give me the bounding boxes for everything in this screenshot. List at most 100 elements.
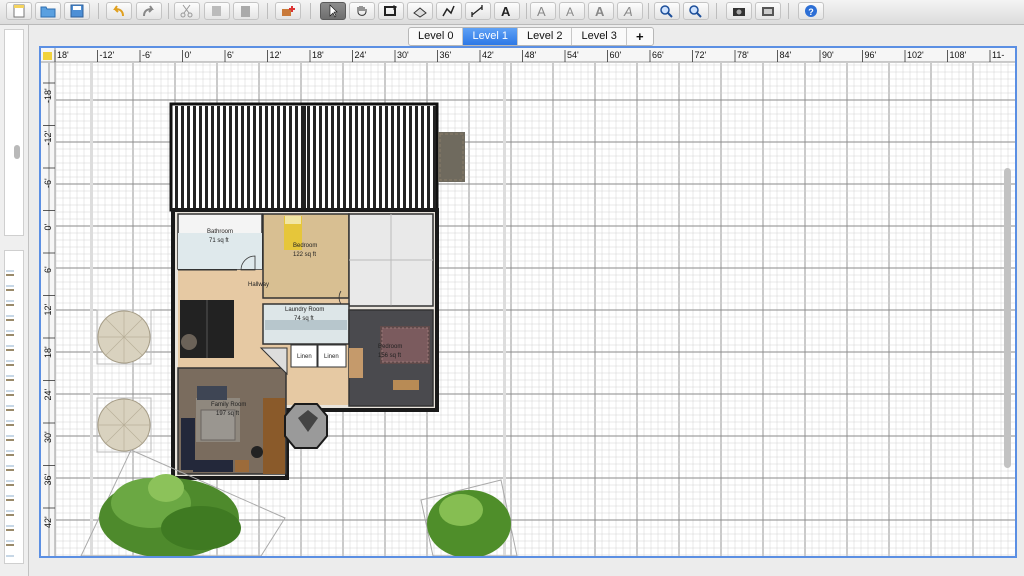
zoom-in-button[interactable]: [654, 2, 680, 20]
room-label-linen-1: Linen: [297, 354, 312, 360]
level-tabs: Level 0 Level 1 Level 2 Level 3 +: [408, 27, 654, 46]
paste-icon: [241, 6, 250, 17]
ruler-y-label: 36': [43, 473, 53, 485]
help-button[interactable]: ?: [798, 2, 824, 20]
zoom-out-icon: [689, 5, 702, 18]
level-bound-left: [90, 63, 93, 556]
new-home-button[interactable]: [6, 2, 32, 20]
pan-mode-button[interactable]: [349, 2, 375, 20]
svg-text:156 sq ft: 156 sq ft: [378, 353, 401, 359]
ruler-x-label: 48': [525, 50, 537, 60]
zoom-out-button[interactable]: [683, 2, 709, 20]
ruler-x-label: 96': [865, 50, 877, 60]
save-button[interactable]: [64, 2, 90, 20]
ruler-x-label: 42': [482, 50, 494, 60]
furniture-list-icons: [6, 261, 14, 557]
add-level-button[interactable]: +: [627, 28, 653, 45]
ruler-x-label: 18': [312, 50, 324, 60]
add-furniture-button[interactable]: [275, 2, 301, 20]
ruler-x-label: 102': [907, 50, 924, 60]
bold-icon: A: [595, 4, 605, 18]
italic-icon: A: [623, 4, 633, 18]
room-label-linen-2: Linen: [324, 354, 339, 360]
ruler-x-label: 108': [950, 50, 967, 60]
ruler-x-label: 54': [567, 50, 579, 60]
plan-vertical-scrollbar[interactable]: [1004, 168, 1011, 468]
ruler-y-label: 6': [43, 266, 53, 273]
svg-text:Laundry Room: Laundry Room: [285, 307, 324, 313]
ruler-y-label: 24': [43, 388, 53, 400]
corner-indicator-icon: [43, 52, 52, 60]
ruler-y-label: -12': [43, 130, 53, 145]
create-polylines-button[interactable]: [436, 2, 462, 20]
video-icon: [762, 7, 774, 16]
cut-button[interactable]: [174, 2, 200, 20]
add-furniture-icon: [282, 6, 295, 16]
tab-level-3[interactable]: Level 3: [572, 28, 627, 45]
ruler-x-label: 12': [270, 50, 282, 60]
ruler-x-label: 90': [822, 50, 834, 60]
ruler-x-label: 24': [355, 50, 367, 60]
dimension-icon: [471, 5, 483, 17]
ruler-x-label: -12': [100, 50, 115, 60]
text-style-2-button[interactable]: A: [559, 2, 585, 20]
ruler-y-label: 12': [43, 303, 53, 315]
create-video-button[interactable]: [755, 2, 781, 20]
ruler-x-label: 30': [397, 50, 409, 60]
furniture-catalog-panel[interactable]: [0, 25, 29, 576]
ruler-y-label: 0': [43, 223, 53, 230]
ruler-y-label: 18': [43, 346, 53, 358]
redo-icon: [143, 5, 154, 17]
text-style-icon: A: [566, 5, 574, 18]
hand-icon: [357, 6, 367, 16]
level-bound-right: [503, 63, 506, 556]
text-style-icon: A: [537, 4, 546, 18]
undo-icon: [113, 5, 124, 17]
ruler-x-label: 18': [57, 50, 69, 60]
ruler-x-label: 36': [440, 50, 452, 60]
ruler-y-label: 30': [43, 431, 53, 443]
camera-icon: [733, 8, 745, 16]
scissors-icon: [180, 4, 193, 18]
svg-text:Family Room: Family Room: [211, 402, 246, 408]
create-walls-button[interactable]: [378, 2, 404, 20]
catalog-tree[interactable]: [4, 29, 24, 236]
svg-text:74 sq ft: 74 sq ft: [294, 316, 314, 322]
room-icon: [413, 7, 427, 18]
tab-level-0[interactable]: Level 0: [409, 28, 464, 45]
undo-button[interactable]: [106, 2, 132, 20]
create-photo-button[interactable]: [726, 2, 752, 20]
tab-level-1[interactable]: Level 1: [463, 28, 518, 45]
svg-text:Linen: Linen: [297, 354, 312, 360]
text-italic-button[interactable]: A: [617, 2, 643, 20]
tree-2: [420, 479, 518, 556]
plan-canvas[interactable]: 18' -12' -6' 0' 6' 12' 18' 24' 30' 36' 42' 48' 54' 60…: [41, 48, 1015, 556]
plan-view[interactable]: 18' -12' -6' 0' 6' 12' 18' 24' 30' 36' 42' 48' 54' 60…: [39, 46, 1017, 558]
svg-text:A: A: [501, 4, 511, 18]
cursor-icon: [329, 4, 338, 18]
select-mode-button[interactable]: [320, 2, 346, 20]
svg-text:Linen: Linen: [324, 354, 339, 360]
paste-button[interactable]: [233, 2, 259, 20]
ruler-x-label: -6': [142, 50, 152, 60]
polyline-icon: [442, 5, 455, 17]
new-file-icon: [13, 4, 25, 18]
ruler-y-label: -18': [43, 88, 53, 103]
tab-level-2[interactable]: Level 2: [518, 28, 573, 45]
redo-button[interactable]: [136, 2, 162, 20]
stone-patio: [438, 132, 465, 182]
ruler-x-label: 72': [695, 50, 707, 60]
ruler-x-label: 11-: [992, 50, 1004, 60]
open-button[interactable]: [35, 2, 61, 20]
create-rooms-button[interactable]: [407, 2, 433, 20]
copy-button[interactable]: [204, 2, 230, 20]
catalog-scrollbar-thumb[interactable]: [14, 145, 20, 159]
deck-stripes: [169, 102, 439, 212]
add-text-button[interactable]: A: [494, 2, 520, 20]
create-dimensions-button[interactable]: [465, 2, 491, 20]
copy-icon: [212, 6, 221, 16]
text-style-1-button[interactable]: A: [530, 2, 556, 20]
text-bold-button[interactable]: A: [588, 2, 614, 20]
svg-text:Bedroom: Bedroom: [378, 344, 402, 350]
ruler-x-label: 60': [610, 50, 622, 60]
